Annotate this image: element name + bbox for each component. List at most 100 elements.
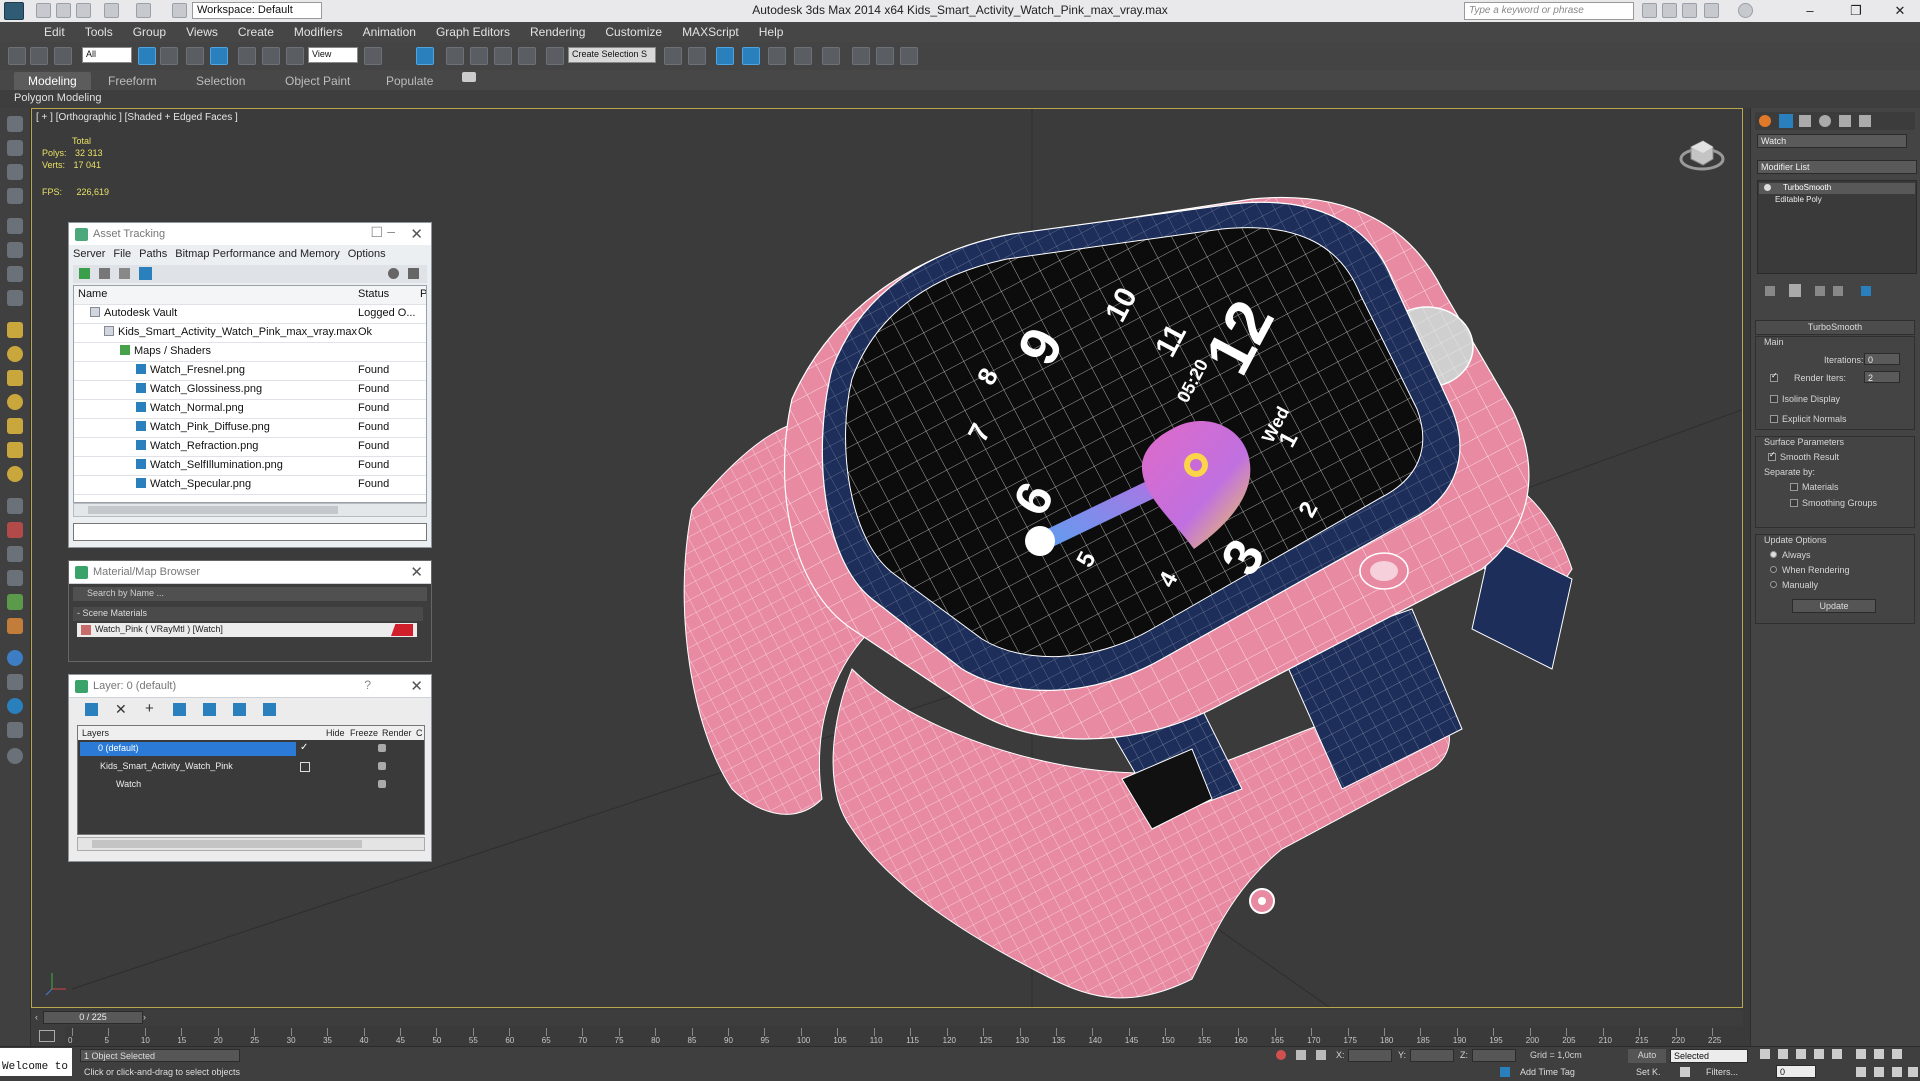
table-row[interactable]: Maps / Shaders [74, 343, 426, 362]
polygon-modeling-label[interactable]: Polygon Modeling [14, 92, 101, 104]
menu-maxscript[interactable]: MAXScript [672, 22, 749, 39]
menu-file[interactable]: File [109, 245, 135, 260]
turbosmooth-rollout-header[interactable]: TurboSmooth [1755, 320, 1915, 335]
close-panel-button[interactable]: ✕ [410, 563, 423, 581]
motion-tab-icon[interactable] [1819, 115, 1831, 127]
table-row[interactable]: Watch_Pink_Diffuse.png Found [74, 419, 426, 438]
highlight-selected-icon[interactable] [203, 703, 216, 716]
curve-editor-toggle-icon[interactable] [39, 1030, 55, 1042]
hide-unhide-icon[interactable] [233, 703, 246, 716]
list-view-icon[interactable] [99, 268, 110, 279]
track-bar[interactable]: 0 5 10 15 20 25 30 35 40 45 50 55 60 65 70 75 80 85 90 95 10… [68, 1026, 1750, 1046]
mirror-icon[interactable] [664, 47, 682, 65]
close-panel-button[interactable]: ✕ [410, 677, 423, 695]
display-tab-icon[interactable] [1839, 115, 1851, 127]
ribbon-toggle-icon[interactable] [462, 72, 476, 82]
zoom-all-icon[interactable] [1874, 1049, 1884, 1059]
scale-icon[interactable] [286, 47, 304, 65]
material-search-input[interactable]: Search by Name ... [73, 587, 427, 601]
col-name[interactable]: Name [78, 288, 358, 300]
utilities-icon[interactable] [7, 722, 23, 738]
render-toggle-icon[interactable] [378, 762, 386, 770]
menu-help[interactable]: Help [749, 22, 794, 39]
configure-modifier-sets-icon[interactable] [1861, 286, 1871, 296]
scene-materials-section[interactable]: - Scene Materials [73, 607, 423, 621]
menu-graph-editors[interactable]: Graph Editors [426, 22, 520, 39]
subscription-icon[interactable] [1662, 3, 1677, 18]
bones-icon[interactable] [7, 498, 23, 514]
systems-icon[interactable] [7, 522, 23, 538]
zoom-icon[interactable] [1856, 1049, 1866, 1059]
rotate-icon[interactable] [262, 47, 280, 65]
select-objects-in-layer-icon[interactable] [173, 703, 186, 716]
explicit-normals-checkbox[interactable] [1770, 415, 1778, 423]
orbit-icon[interactable] [1892, 1067, 1902, 1077]
layer-horizontal-scrollbar[interactable] [77, 837, 425, 851]
isolate-icon[interactable] [7, 674, 23, 690]
when-rendering-radio[interactable] [1770, 566, 1777, 573]
sphere-icon[interactable] [7, 346, 23, 362]
render-toggle-icon[interactable] [378, 744, 386, 752]
modifier-list-dropdown[interactable]: Modifier List [1757, 160, 1917, 174]
play-icon[interactable] [1796, 1049, 1806, 1059]
table-row[interactable]: Kids_Smart_Activity_Watch_Pink_max_vray.… [74, 324, 426, 343]
x-coordinate-field[interactable] [1348, 1049, 1392, 1062]
percent-snap-icon[interactable] [494, 47, 512, 65]
select-object-icon[interactable] [138, 47, 156, 65]
particle-icon[interactable] [7, 546, 23, 562]
absolute-mode-icon[interactable] [1316, 1050, 1326, 1060]
geometry-icon[interactable] [7, 164, 23, 180]
menu-options[interactable]: Options [344, 245, 390, 260]
table-row[interactable]: Watch_Fresnel.png Found [74, 362, 426, 381]
zoom-extents-icon[interactable] [1892, 1049, 1902, 1059]
remove-modifier-icon[interactable] [1833, 286, 1843, 296]
current-frame-field[interactable]: 0 [1776, 1065, 1816, 1078]
scene-explorer-icon[interactable] [7, 116, 23, 132]
navigation-icon[interactable] [7, 650, 23, 666]
smooth-result-checkbox[interactable] [1768, 450, 1776, 461]
geosphere-icon[interactable] [7, 466, 23, 482]
menu-group[interactable]: Group [123, 22, 176, 39]
layer-window[interactable]: Layer: 0 (default) ? ✕ ✕ + Layers Hide F… [68, 674, 432, 862]
create-layer-icon[interactable] [85, 703, 98, 716]
pin-stack-icon[interactable] [1765, 286, 1775, 296]
menu-tools[interactable]: Tools [75, 22, 123, 39]
set-key-button[interactable]: Set K. [1636, 1067, 1661, 1077]
maximize-viewport-icon[interactable] [1908, 1067, 1918, 1077]
material-browser-header[interactable]: Material/Map Browser ✕ [69, 561, 431, 584]
layer-window-header[interactable]: Layer: 0 (default) ? ✕ [69, 675, 431, 698]
box-icon[interactable] [7, 322, 23, 338]
go-to-end-icon[interactable] [1832, 1049, 1842, 1059]
isolate-selection-icon[interactable] [1276, 1050, 1286, 1060]
add-time-tag-button[interactable]: Add Time Tag [1520, 1067, 1575, 1077]
auto-key-button[interactable]: Auto [1628, 1049, 1666, 1063]
layer-row-watch-pink[interactable]: Kids_Smart_Activity_Watch_Pink [82, 760, 298, 774]
pivot-center-icon[interactable] [364, 47, 382, 65]
light-bulb-icon[interactable] [7, 442, 23, 458]
maximize-panel-button[interactable]: ☐ [370, 224, 383, 241]
minimize-panel-button[interactable]: – [387, 223, 395, 239]
menu-views[interactable]: Views [176, 22, 228, 39]
z-coordinate-field[interactable] [1472, 1049, 1516, 1062]
smoothing-groups-checkbox[interactable] [1790, 499, 1798, 507]
col-freeze[interactable]: Freeze [350, 728, 378, 738]
key-filter-dropdown[interactable]: Selected [1670, 1049, 1748, 1063]
named-selection-sets-dropdown[interactable]: Create Selection S [568, 47, 656, 63]
freeze-unfreeze-icon[interactable] [263, 703, 276, 716]
menu-bitmap-performance[interactable]: Bitmap Performance and Memory [171, 245, 343, 260]
minimize-button[interactable]: – [1790, 0, 1830, 22]
align-icon[interactable] [688, 47, 706, 65]
bind-space-warp-icon[interactable] [54, 47, 72, 65]
maxscript-listener[interactable]: Welcome to [0, 1048, 72, 1076]
help-icon[interactable] [1738, 3, 1753, 18]
table-row[interactable]: Autodesk Vault Logged O... [74, 305, 426, 324]
asset-tracking-window[interactable]: Asset Tracking – ☐ ✕ Server File Paths Bitm… [68, 222, 432, 548]
stack-item-editable-poly[interactable]: Editable Poly [1759, 195, 1915, 206]
display-icon[interactable] [7, 140, 23, 156]
space-warps-icon[interactable] [7, 290, 23, 306]
window-crossing-icon[interactable] [210, 47, 228, 65]
lights-icon[interactable] [7, 218, 23, 234]
menu-create[interactable]: Create [228, 22, 284, 39]
layer-current-checkbox[interactable] [300, 762, 310, 772]
graphite-toolbar-icon[interactable] [742, 47, 760, 65]
